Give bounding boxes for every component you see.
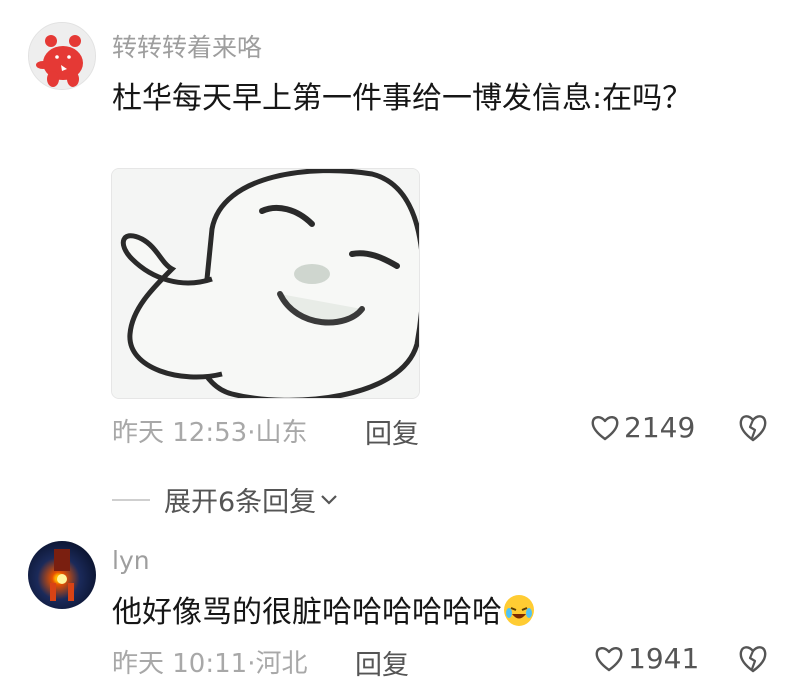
comment-text: 杜华每天早上第一件事给一博发信息:在吗？ bbox=[112, 81, 693, 116]
like-count: 2149 bbox=[624, 411, 696, 444]
heart-icon bbox=[595, 646, 623, 671]
comment-time-location: 昨天 10:11·河北 bbox=[112, 649, 308, 679]
heart-icon bbox=[591, 415, 619, 440]
broken-heart-icon bbox=[739, 646, 767, 673]
avatar[interactable] bbox=[28, 22, 96, 90]
divider bbox=[112, 498, 150, 501]
comment-text: 他好像骂的很脏哈哈哈哈哈哈 bbox=[112, 595, 502, 630]
meme-sticker-image[interactable] bbox=[111, 168, 420, 399]
reply-button[interactable]: 回复 bbox=[355, 643, 409, 682]
expand-replies-button[interactable]: 展开6条回复 bbox=[112, 480, 338, 519]
reply-button[interactable]: 回复 bbox=[365, 412, 419, 451]
red-bear-avatar-icon bbox=[29, 23, 95, 89]
comment-text-row: 他好像骂的很脏哈哈哈哈哈哈 bbox=[112, 590, 752, 635]
dislike-button[interactable] bbox=[737, 413, 769, 447]
like-button[interactable]: 2149 bbox=[590, 411, 695, 444]
username[interactable]: 转转转着来咯 bbox=[112, 28, 262, 64]
expand-replies-label: 展开6条回复 bbox=[164, 487, 317, 518]
avatar[interactable] bbox=[28, 541, 96, 609]
like-count: 1941 bbox=[628, 642, 700, 675]
chevron-down-icon bbox=[321, 494, 337, 505]
username[interactable]: lyn bbox=[112, 546, 150, 575]
fire-figure-avatar-icon bbox=[50, 549, 74, 601]
dislike-button[interactable] bbox=[737, 644, 769, 678]
like-button[interactable]: 1941 bbox=[594, 642, 699, 675]
laughing-tears-emoji-icon bbox=[504, 595, 534, 626]
broken-heart-icon bbox=[739, 415, 767, 442]
comment-time-location: 昨天 12:53·山东 bbox=[112, 418, 308, 448]
